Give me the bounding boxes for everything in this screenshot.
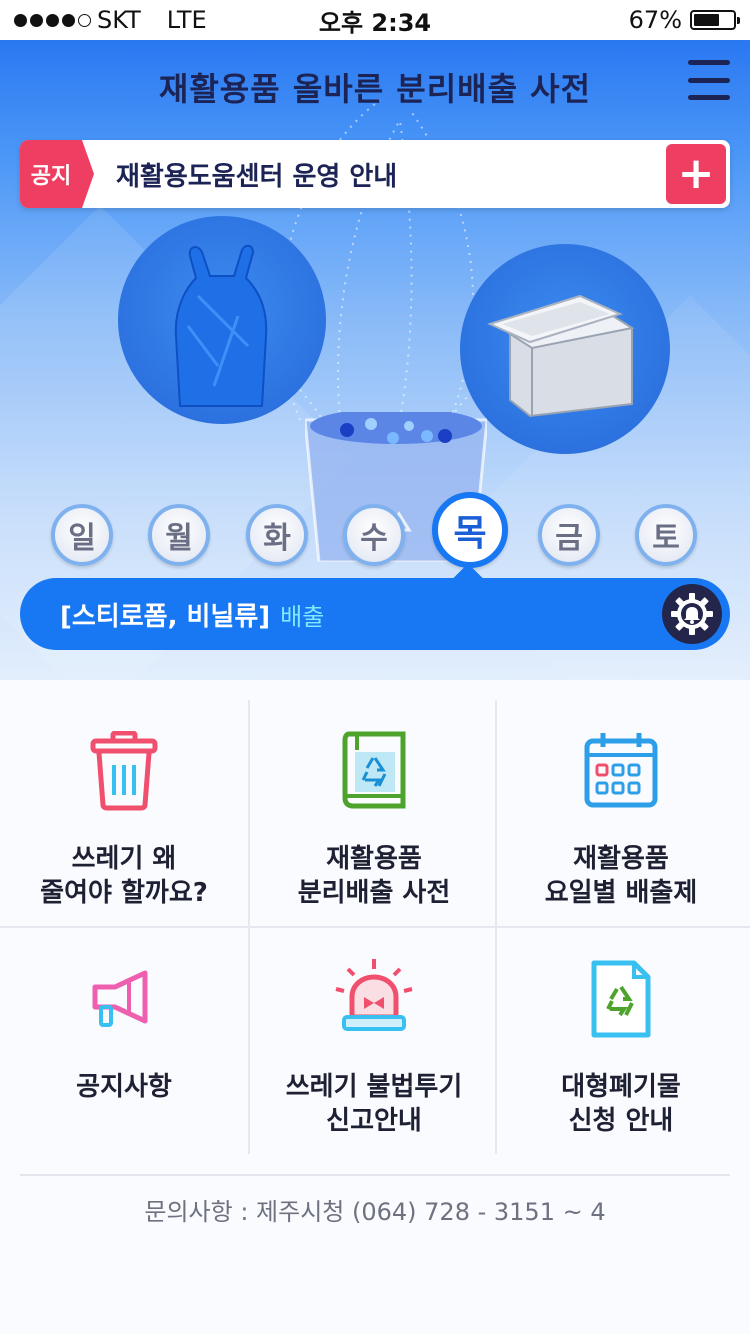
day-thursday[interactable]: 목 xyxy=(432,492,508,568)
menu-grid: 쓰레기 왜 줄여야 할까요? 재활용품 분리배출 사전 재활용품 요일별 배출제… xyxy=(0,700,750,1156)
siren-icon xyxy=(331,956,417,1042)
menu-label: 쓰레기 불법투기 신고안내 xyxy=(285,1072,463,1136)
notice-text[interactable]: 재활용도움센터 운영 안내 xyxy=(116,156,666,193)
pickup-info-bar: [스티로폼, 비닐류] 배출 xyxy=(20,578,730,650)
carrier-label: SKT xyxy=(97,6,141,34)
plastic-bag-image xyxy=(118,216,326,424)
trash-can-icon xyxy=(81,728,167,814)
menu-label: 쓰레기 왜 줄여야 할까요? xyxy=(40,844,208,908)
day-monday[interactable]: 월 xyxy=(148,504,210,566)
pickup-items: [스티로폼, 비닐류] xyxy=(60,601,271,632)
pickup-suffix: 배출 xyxy=(280,602,325,631)
menu-label: 재활용품 분리배출 사전 xyxy=(297,844,451,908)
hero-banner: 재활용품 올바른 분리배출 사전 공지 재활용도움센터 운영 안내 + 일 월 … xyxy=(0,40,750,680)
notice-banner[interactable]: 공지 재활용도움센터 운영 안내 + xyxy=(20,140,730,208)
recycle-book-icon xyxy=(331,728,417,814)
menu-notices[interactable]: 공지사항 xyxy=(0,928,248,1154)
footer-divider xyxy=(20,1174,730,1176)
notice-tag: 공지 xyxy=(20,140,94,208)
signal-strength-icon xyxy=(14,13,91,27)
status-time: 오후 2:34 xyxy=(318,8,432,37)
battery-fill xyxy=(694,14,720,26)
page-title: 재활용품 올바른 분리배출 사전 xyxy=(158,70,592,108)
menu-label: 공지사항 xyxy=(76,1072,172,1102)
battery-percent: 67% xyxy=(628,6,682,34)
menu-label: 재활용품 요일별 배출제 xyxy=(544,844,698,908)
day-wednesday[interactable]: 수 xyxy=(343,504,405,566)
plus-icon[interactable]: + xyxy=(666,144,726,204)
day-sunday[interactable]: 일 xyxy=(51,504,113,566)
menu-label: 대형폐기물 신청 안내 xyxy=(561,1072,681,1136)
contact-info: 문의사항 : 제주시청 (064) 728 - 3151 ~ 4 xyxy=(144,1198,606,1226)
menu-recycling-dictionary[interactable]: 재활용품 분리배출 사전 xyxy=(250,700,498,926)
menu-weekday-disposal[interactable]: 재활용품 요일별 배출제 xyxy=(497,700,745,926)
megaphone-icon xyxy=(81,956,167,1042)
network-label: LTE xyxy=(166,6,207,34)
hamburger-menu-icon[interactable] xyxy=(688,60,730,100)
recycle-document-icon xyxy=(578,956,664,1042)
menu-large-waste-request[interactable]: 대형폐기물 신청 안내 xyxy=(497,928,745,1154)
styrofoam-box-icon xyxy=(487,294,635,418)
status-left: SKT LTE xyxy=(14,6,264,34)
day-tuesday[interactable]: 화 xyxy=(246,504,308,566)
gear-bell-icon[interactable] xyxy=(662,584,722,644)
menu-why-reduce-waste[interactable]: 쓰레기 왜 줄여야 할까요? xyxy=(0,700,248,926)
status-bar: SKT LTE 오후 2:34 67% xyxy=(0,0,750,40)
weekday-selector: 일 월 화 수 목 금 토 xyxy=(0,492,750,592)
status-right: 67% xyxy=(486,6,740,34)
calendar-icon xyxy=(578,728,664,814)
styrofoam-image xyxy=(460,244,670,454)
plastic-bag-icon xyxy=(174,244,268,407)
battery-icon xyxy=(690,10,740,30)
day-friday[interactable]: 금 xyxy=(538,504,600,566)
day-saturday[interactable]: 토 xyxy=(635,504,697,566)
menu-illegal-dumping-report[interactable]: 쓰레기 불법투기 신고안내 xyxy=(250,928,498,1154)
